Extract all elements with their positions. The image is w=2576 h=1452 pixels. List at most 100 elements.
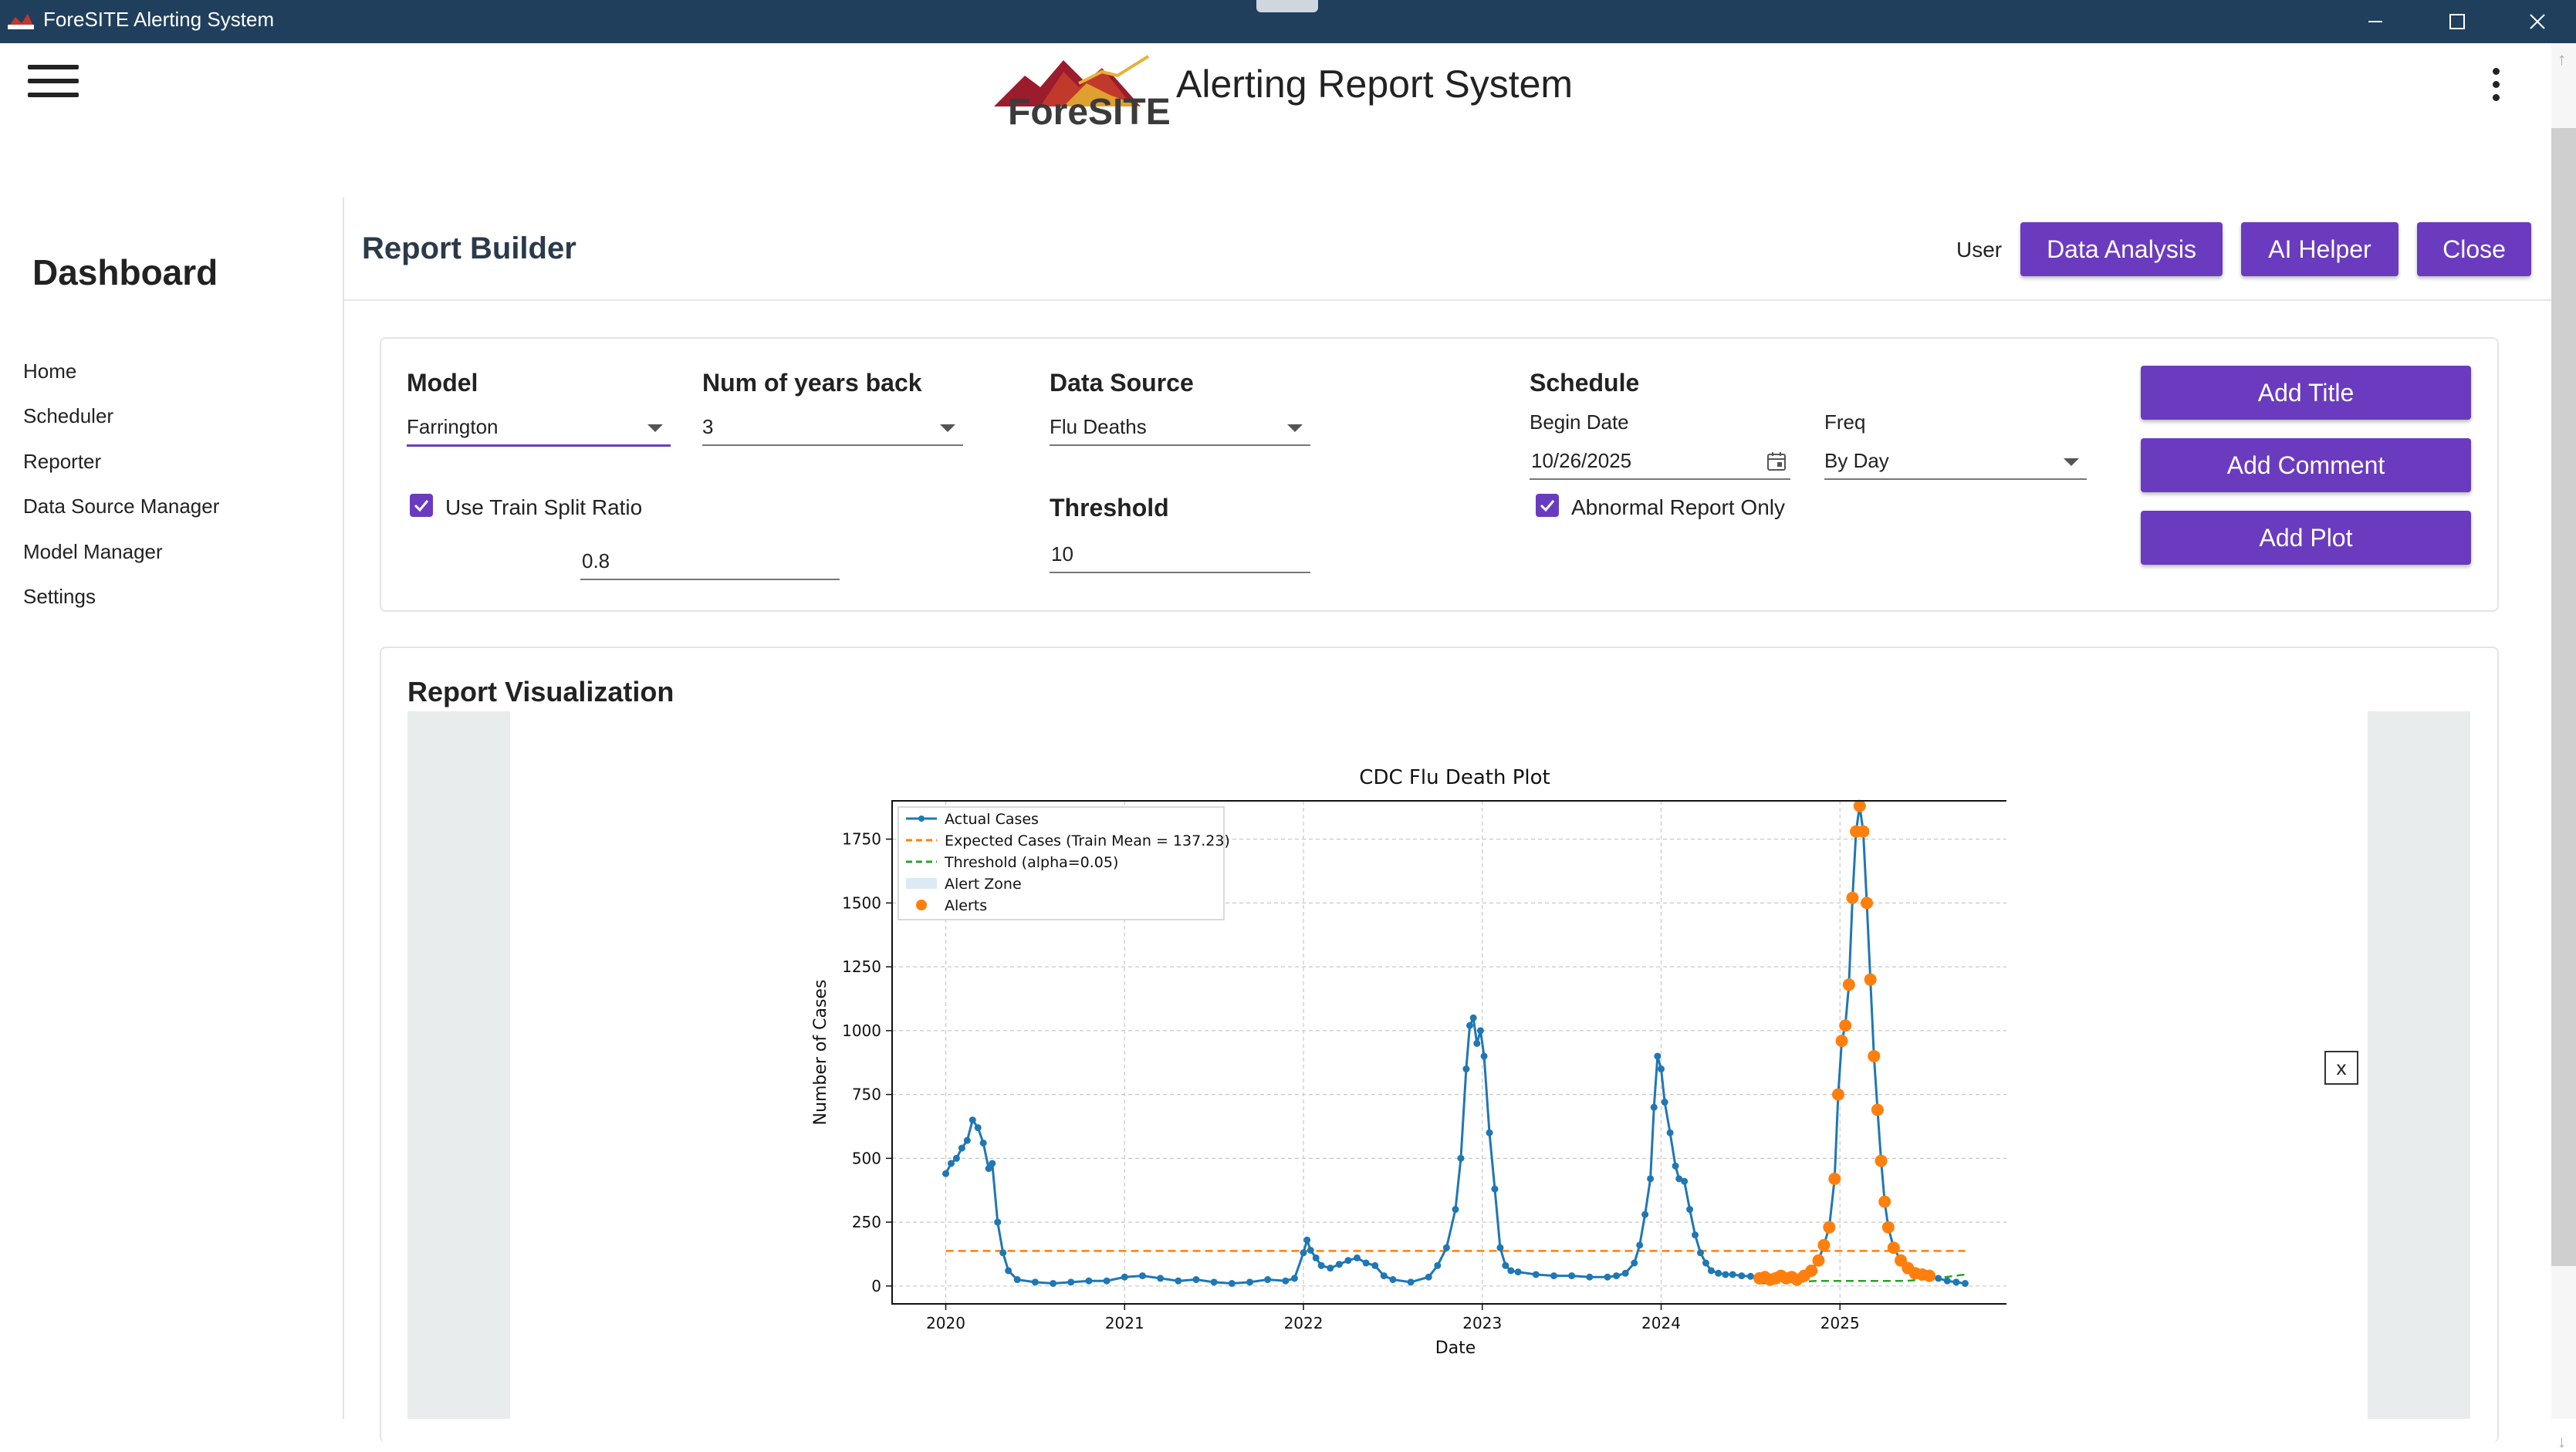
- x-tick-label: 2020: [926, 1314, 965, 1332]
- actual-cases-point: [1362, 1259, 1370, 1267]
- sidebar-item-home[interactable]: Home: [23, 360, 76, 383]
- actual-cases-point: [942, 1170, 950, 1177]
- actual-cases-point: [963, 1136, 971, 1144]
- model-value: Farrington: [407, 415, 499, 438]
- actual-cases-point: [1722, 1271, 1729, 1278]
- actual-cases-point: [1568, 1272, 1576, 1280]
- add-plot-button[interactable]: Add Plot: [2141, 511, 2471, 565]
- alert-point: [1923, 1269, 1936, 1282]
- actual-cases-point: [1502, 1261, 1509, 1269]
- app-heading: Alerting Report System: [1176, 62, 1574, 106]
- close-button[interactable]: Close: [2417, 222, 2531, 276]
- actual-cases-point: [1264, 1276, 1272, 1284]
- alert-point: [1871, 1103, 1884, 1116]
- chevron-down-icon: [2064, 458, 2079, 466]
- actual-cases-point: [1307, 1246, 1314, 1254]
- more-options-icon[interactable]: [2486, 68, 2505, 106]
- alert-point: [1853, 799, 1866, 812]
- sidebar-item-model-manager[interactable]: Model Manager: [23, 540, 163, 564]
- legend-actual-label: Actual Cases: [945, 811, 1039, 828]
- actual-cases-point: [1613, 1272, 1621, 1280]
- train-split-label: Use Train Split Ratio: [445, 495, 643, 519]
- drag-handle[interactable]: [1256, 0, 1318, 12]
- sidebar-item-settings[interactable]: Settings: [23, 585, 96, 609]
- actual-cases-point: [1715, 1269, 1722, 1277]
- actual-cases-point: [1473, 1039, 1481, 1047]
- actual-cases-point: [1327, 1265, 1334, 1272]
- page-title: Report Builder: [362, 231, 576, 265]
- alert-point: [1817, 1238, 1831, 1251]
- actual-cases-point: [1085, 1277, 1093, 1285]
- actual-cases-point: [1672, 1162, 1679, 1170]
- alert-point: [1823, 1221, 1836, 1234]
- actual-cases-point: [1425, 1273, 1432, 1281]
- scroll-down-icon[interactable]: ↓: [2557, 1432, 2566, 1452]
- sidebar-item-reporter[interactable]: Reporter: [23, 450, 101, 474]
- chevron-down-icon: [647, 424, 663, 432]
- actual-cases-point: [1961, 1280, 1969, 1288]
- actual-cases-point: [1496, 1244, 1504, 1251]
- actual-cases-point: [1228, 1280, 1236, 1288]
- y-tick-label: 0: [871, 1277, 881, 1295]
- train-split-checkbox[interactable]: [410, 494, 433, 517]
- actual-cases-point: [1604, 1273, 1611, 1281]
- actual-cases-point: [1013, 1276, 1021, 1284]
- actual-cases-point: [1344, 1257, 1352, 1265]
- maximize-button[interactable]: [2419, 0, 2496, 43]
- model-label: Model: [407, 369, 478, 397]
- user-label: User: [1956, 238, 2003, 262]
- actual-cases-point: [1952, 1278, 1960, 1286]
- sidebar-item-scheduler[interactable]: Scheduler: [23, 404, 113, 428]
- data-analysis-button[interactable]: Data Analysis: [2020, 222, 2223, 276]
- actual-cases-point: [1532, 1271, 1540, 1278]
- abnormal-report-label: Abnormal Report Only: [1571, 495, 1786, 519]
- x-tick-label: 2023: [1462, 1314, 1502, 1332]
- actual-cases-point: [1157, 1275, 1165, 1282]
- model-select[interactable]: Farrington: [407, 410, 671, 447]
- actual-cases-point: [1050, 1280, 1057, 1288]
- alert-point: [1805, 1264, 1818, 1277]
- checkmark-icon: [1540, 500, 1555, 512]
- actual-cases-point: [1621, 1269, 1629, 1277]
- actual-cases-point: [999, 1249, 1007, 1257]
- sidebar-item-data-source-manager[interactable]: Data Source Manager: [23, 495, 219, 518]
- actual-cases-point: [1389, 1276, 1397, 1284]
- scroll-up-icon[interactable]: ↑: [2557, 49, 2566, 69]
- alert-point: [1868, 1049, 1881, 1062]
- chevron-down-icon: [1287, 424, 1303, 432]
- minimize-icon: [2368, 21, 2382, 22]
- flu-death-chart: CDC Flu Death Plot 2020 2021 2022 2023 2024 2…: [811, 766, 2006, 1358]
- actual-cases-point: [947, 1160, 955, 1167]
- threshold-input[interactable]: 10: [1050, 538, 1310, 573]
- years-back-value: 3: [702, 415, 714, 438]
- window-close-button[interactable]: [2499, 0, 2576, 43]
- begin-date-input[interactable]: 10/26/2025: [1530, 444, 1790, 480]
- alert-point: [1842, 978, 1855, 991]
- ai-helper-button[interactable]: AI Helper: [2241, 222, 2399, 276]
- actual-cases-point: [1514, 1268, 1522, 1276]
- years-back-select[interactable]: 3: [702, 410, 963, 446]
- abnormal-report-checkbox[interactable]: [1536, 494, 1559, 517]
- freq-select[interactable]: By Day: [1824, 444, 2087, 480]
- data-source-select[interactable]: Flu Deaths: [1050, 410, 1310, 446]
- plot-margin-right: [2368, 711, 2470, 1419]
- legend-threshold-label: Threshold (alpha=0.05): [944, 854, 1118, 871]
- actual-cases-point: [1466, 1021, 1474, 1029]
- add-comment-button[interactable]: Add Comment: [2141, 438, 2471, 492]
- checkmark-icon: [414, 500, 429, 512]
- actual-cases-point: [1491, 1185, 1499, 1193]
- actual-cases-point: [1661, 1099, 1668, 1106]
- calendar-icon[interactable]: [1766, 451, 1787, 472]
- remove-plot-button[interactable]: x: [2324, 1051, 2358, 1085]
- train-split-input[interactable]: 0.8: [580, 545, 840, 580]
- actual-cases-point: [1647, 1175, 1655, 1183]
- hamburger-menu-button[interactable]: [28, 65, 79, 105]
- scrollbar-thumb[interactable]: [2551, 128, 2576, 1266]
- actual-cases-point: [1246, 1278, 1253, 1286]
- page-scrollbar[interactable]: ↑ ↓: [2551, 43, 2576, 1451]
- y-tick-label: 1750: [842, 830, 881, 849]
- minimize-button[interactable]: [2337, 0, 2414, 43]
- y-tick-label: 500: [852, 1149, 881, 1167]
- sidebar-divider: [343, 198, 344, 1419]
- add-title-button[interactable]: Add Title: [2141, 366, 2471, 420]
